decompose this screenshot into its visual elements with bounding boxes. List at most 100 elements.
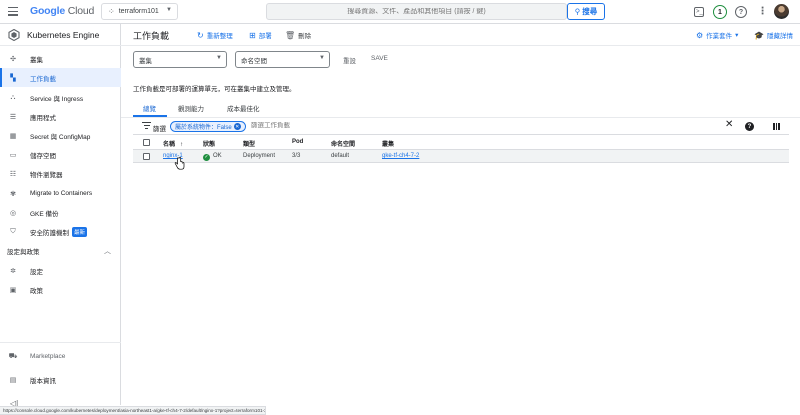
save-button[interactable]: SAVE — [371, 55, 388, 62]
table-row: nginx-1 ✓ OK Deployment 3/3 default gke-t… — [133, 150, 789, 163]
filter-label[interactable]: 篩選 — [153, 123, 166, 133]
column-header-name[interactable]: 名稱 ↑ — [163, 139, 183, 148]
namespace-dropdown[interactable]: 命名空間 ▼ — [235, 51, 330, 68]
search-button[interactable]: ⚲ 搜尋 — [567, 3, 605, 20]
help-icon[interactable]: ? — [745, 122, 754, 131]
search-box[interactable] — [266, 3, 567, 20]
operations-icon: ⚙ — [696, 30, 704, 40]
page-title: 工作負載 — [133, 31, 170, 41]
learn-button[interactable]: 🎓 隱藏詳情 — [754, 30, 793, 41]
sidebar-section-settings[interactable]: 設定與政策 ︿ — [0, 244, 121, 258]
tab-overview[interactable]: 總覽 — [143, 103, 156, 113]
sidebar-item-applications[interactable]: ☰ 應用程式 — [0, 107, 121, 126]
filter-chip-label: 屬於系統物件：False — [175, 125, 232, 131]
tab-cost-optimization[interactable]: 成本最佳化 — [227, 103, 260, 113]
tab-observability[interactable]: 觀測能力 — [178, 103, 204, 113]
top-bar: Google Cloud ⁘ terraform101 ▼ ⚲ 搜尋 >_ 1 … — [0, 0, 800, 24]
refresh-button[interactable]: ↻ 重新整理 — [197, 30, 233, 41]
status-text: OK — [213, 153, 222, 159]
sidebar-item-label: Migrate to Containers — [30, 190, 93, 197]
school-icon: 🎓 — [754, 30, 764, 40]
sidebar-item-config[interactable]: ✲ 設定 — [0, 261, 121, 280]
avatar[interactable] — [774, 4, 789, 19]
hand-cursor-icon — [174, 157, 185, 170]
new-badge: 最新 — [72, 226, 88, 237]
column-header-cluster[interactable]: 叢集 — [382, 139, 394, 148]
type-cell: Deployment — [243, 153, 276, 159]
column-header-pods[interactable]: Pod — [292, 139, 303, 145]
kubernetes-engine-icon — [8, 28, 20, 41]
sidebar-item-policy[interactable]: ▣ 政策 — [0, 280, 121, 299]
sidebar-item-label: 工作負載 — [30, 75, 56, 83]
row-checkbox[interactable] — [143, 153, 150, 160]
status-cell: ✓ OK — [203, 153, 222, 161]
pods-cell: 3/3 — [292, 153, 301, 159]
filter-icon[interactable] — [142, 122, 151, 131]
column-display-icon[interactable] — [773, 123, 781, 130]
learn-label: 隱藏詳情 — [766, 33, 793, 40]
more-vert-icon[interactable]: ⋮ — [756, 5, 769, 18]
sidebar-item-marketplace[interactable]: ⛟ Marketplace — [0, 347, 121, 366]
search-input[interactable] — [276, 8, 557, 15]
cluster-dropdown[interactable]: 叢集 ▼ — [133, 51, 227, 68]
select-all-checkbox[interactable] — [143, 139, 150, 146]
operations-label: 作業套件 — [706, 33, 733, 40]
clear-icon[interactable]: ✕ — [725, 119, 733, 130]
grid-icon: ▦ — [9, 132, 17, 140]
help-icon[interactable]: ? — [735, 6, 747, 18]
sidebar-item-release-notes[interactable]: ▤ 版本資訊 — [0, 370, 121, 389]
delete-icon: 🗑 — [285, 30, 296, 40]
page-header: 工作負載 ↻ 重新整理 ⊞ 部署 🗑 刪除 ⚙ 作業套件 ▾ 🎓 隱藏詳情 — [121, 24, 800, 46]
refresh-label: 重新整理 — [206, 33, 233, 40]
cloud-shell-icon[interactable]: >_ — [694, 7, 704, 17]
search-icon: ⚲ — [574, 7, 581, 16]
tabs-divider — [121, 117, 800, 118]
filter-chip[interactable]: 屬於系統物件：False ✕ — [170, 121, 246, 132]
search-button-label: 搜尋 — [582, 7, 598, 16]
sidebar-item-migrate[interactable]: ✾ Migrate to Containers — [0, 184, 121, 203]
sidebar-item-label: Service 與 Ingress — [30, 95, 84, 103]
sidebar-item-object-browser[interactable]: ☷ 物件瀏覽器 — [0, 164, 121, 183]
notifications-badge[interactable]: 1 — [713, 5, 727, 19]
google-cloud-logo[interactable]: Google Cloud — [30, 5, 94, 17]
sidebar-item-label: 叢集 — [30, 56, 43, 64]
gear-icon: ✲ — [10, 267, 16, 275]
table-header: 名稱 ↑ 狀態 類型 Pod 命名空間 叢集 — [133, 136, 789, 150]
cluster-dropdown-label: 叢集 — [139, 57, 152, 65]
deploy-button[interactable]: ⊞ 部署 — [249, 30, 272, 41]
sidebar-item-clusters[interactable]: ✣ 叢集 — [0, 49, 121, 68]
sidebar-item-label: 安全防護機制 — [30, 229, 69, 237]
column-header-type[interactable]: 類型 — [243, 139, 255, 148]
reset-button[interactable]: 重設 — [343, 55, 356, 65]
sidebar-item-services[interactable]: ⛬ Service 與 Ingress — [0, 88, 121, 107]
sidebar-item-label: Marketplace — [30, 353, 66, 360]
project-selector[interactable]: ⁘ terraform101 ▼ — [101, 3, 178, 20]
cluster-link[interactable]: gke-tf-ch4-7-2 — [382, 153, 419, 159]
sidebar: Kubernetes Engine ✣ 叢集 ▚ 工作負載 ⛬ Service … — [0, 24, 121, 408]
operations-suite-button[interactable]: ⚙ 作業套件 ▾ — [696, 30, 739, 41]
policy-icon: ▣ — [9, 286, 17, 294]
column-header-namespace[interactable]: 命名空間 — [331, 139, 355, 148]
product-title: Kubernetes Engine — [27, 29, 100, 40]
delete-button[interactable]: 🗑 刪除 — [285, 30, 312, 41]
chevron-down-icon: ▼ — [216, 55, 222, 61]
sidebar-item-secrets[interactable]: ▦ Secret 與 ConfigMap — [0, 126, 121, 145]
filter-input[interactable] — [251, 122, 551, 129]
sidebar-item-workloads[interactable]: ▚ 工作負載 — [0, 68, 121, 87]
cluster-icon: ✣ — [10, 55, 16, 63]
sidebar-item-label: 儲存空間 — [30, 152, 56, 160]
sidebar-item-security[interactable]: ⛉ 安全防護機制 最新 — [0, 222, 121, 241]
sidebar-item-label: 版本資訊 — [30, 377, 56, 385]
delete-label: 刪除 — [298, 33, 312, 40]
sidebar-item-storage[interactable]: ▭ 儲存空間 — [0, 145, 121, 164]
section-title: 設定與政策 — [7, 249, 40, 256]
sidebar-item-label: 設定 — [30, 268, 43, 276]
add-box-icon: ⊞ — [249, 30, 256, 40]
project-name: terraform101 — [118, 8, 159, 15]
sidebar-item-backup[interactable]: ◎ GKE 備份 — [0, 203, 121, 222]
apps-icon: ☰ — [9, 113, 17, 121]
column-header-status[interactable]: 狀態 — [203, 139, 215, 148]
close-icon[interactable]: ✕ — [233, 123, 241, 130]
chevron-down-icon: ▾ — [735, 32, 739, 39]
menu-icon[interactable] — [8, 7, 18, 16]
